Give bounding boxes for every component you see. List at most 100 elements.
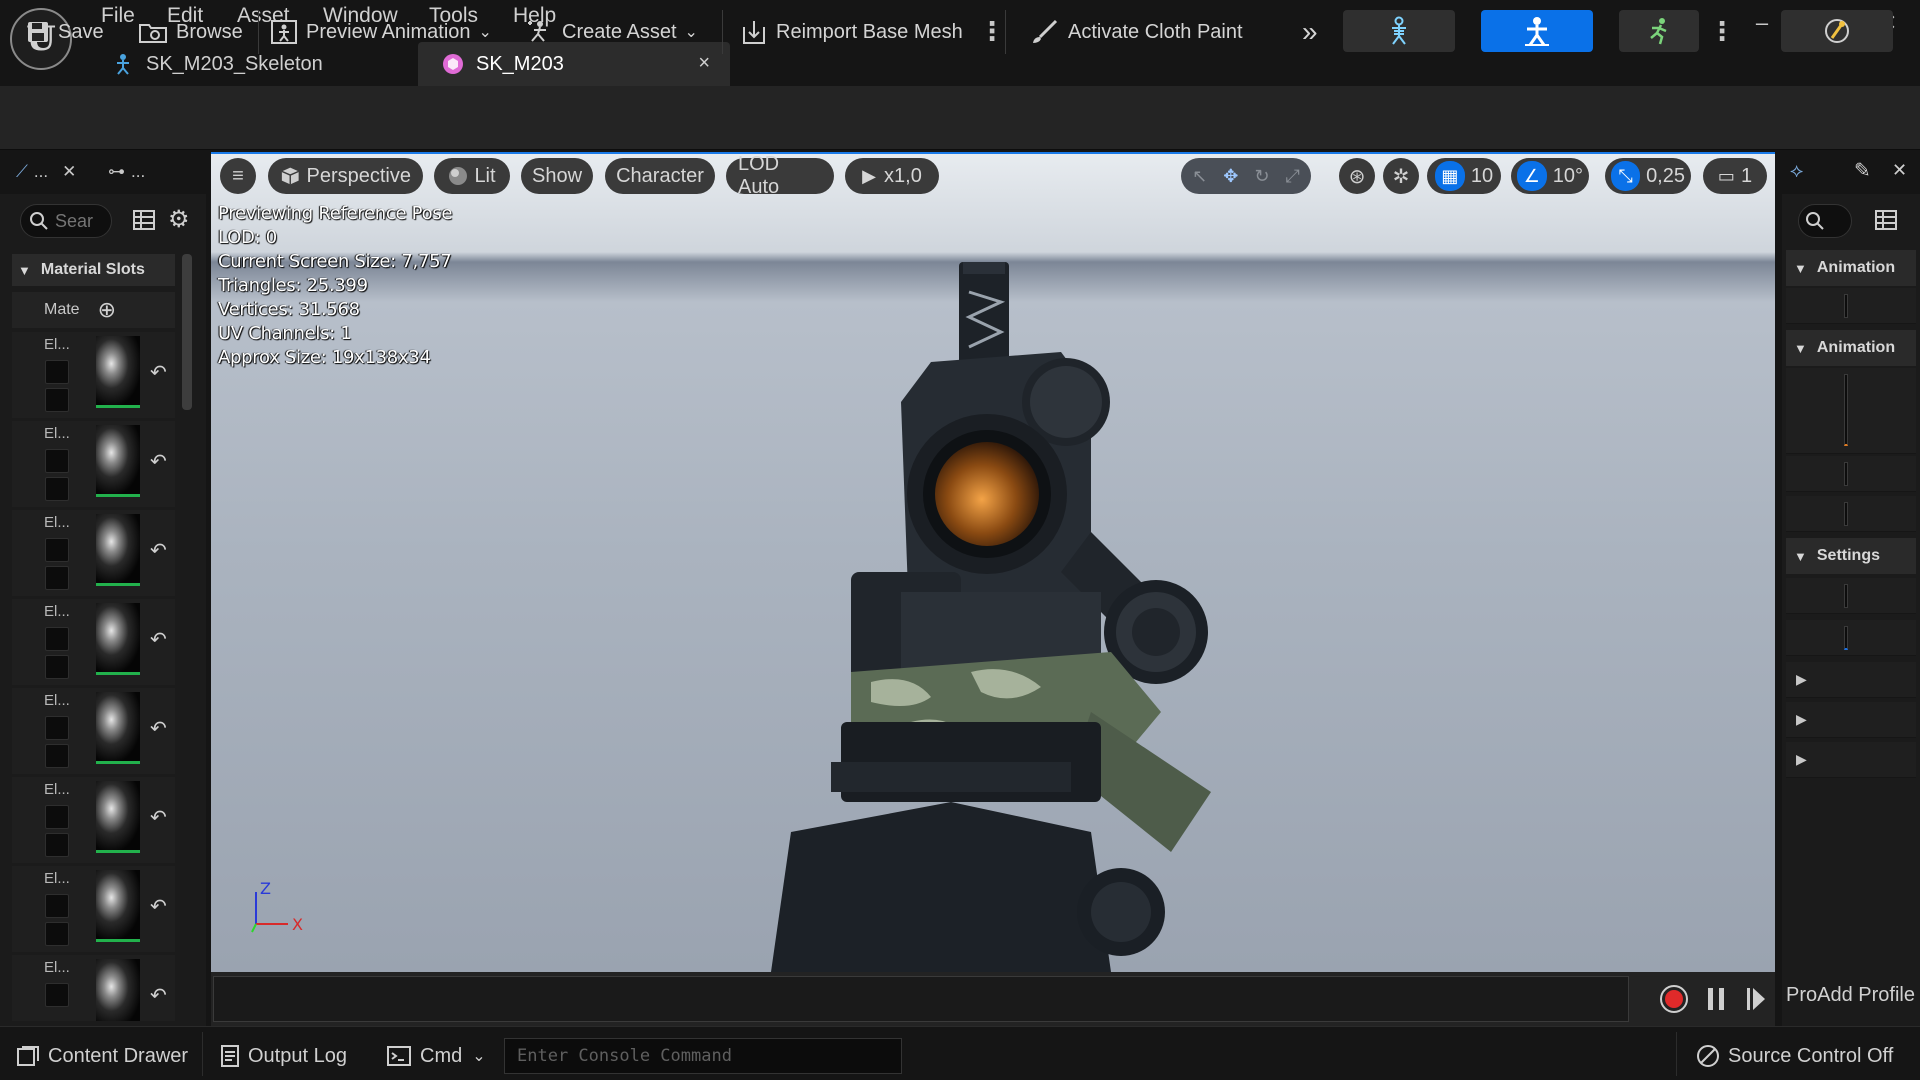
coordinate-system-button[interactable]: ⊛ <box>1339 158 1375 194</box>
tab-asset-details[interactable]: ⊶ ... <box>108 156 145 188</box>
character-button[interactable]: Character <box>605 158 715 194</box>
preview-animation-button[interactable]: Preview Animation ⌄ <box>270 14 492 50</box>
more-options-icon[interactable]: ⋮ <box>979 14 1005 50</box>
material-thumbnail[interactable] <box>96 336 140 408</box>
material-thumbnail[interactable] <box>96 870 140 942</box>
material-thumbnail[interactable] <box>96 514 140 586</box>
minimize-icon[interactable]: – <box>1742 10 1782 40</box>
add-profile-button[interactable]: ProAdd Profile <box>1786 984 1920 1020</box>
activate-cloth-paint-button[interactable]: Activate Cloth Paint <box>1030 14 1243 50</box>
camera-speed-button[interactable]: ▭ 1 <box>1703 158 1767 194</box>
select-icon[interactable]: ↖ <box>1192 166 1207 187</box>
scale-snap-button[interactable]: ⤡ 0,25 <box>1605 158 1691 194</box>
slot-checkbox[interactable] <box>45 805 69 829</box>
browse-button[interactable]: Browse <box>138 14 243 50</box>
step-forward-button[interactable] <box>1738 982 1774 1016</box>
animation-section-header[interactable]: ▼ Animation <box>1786 330 1916 366</box>
slot-checkbox[interactable] <box>45 894 69 918</box>
add-material-icon[interactable]: ⊕ <box>98 297 116 323</box>
slot-checkbox[interactable] <box>45 388 69 412</box>
scale-icon[interactable]: ⤢ <box>1285 166 1299 187</box>
reimport-base-mesh-button[interactable]: Reimport Base Mesh <box>740 14 963 50</box>
expandable-row[interactable]: ▶ <box>1786 702 1916 738</box>
material-thumbnail[interactable] <box>96 959 140 1021</box>
slot-checkbox[interactable] <box>45 538 69 562</box>
expandable-row[interactable]: ▶ <box>1786 742 1916 778</box>
slot-checkbox[interactable] <box>45 833 69 857</box>
material-thumbnail[interactable] <box>96 781 140 853</box>
reset-arrow-icon[interactable]: ↶ <box>150 805 167 830</box>
settings-gear-icon[interactable]: ⚙ <box>168 208 194 234</box>
reset-arrow-icon[interactable]: ↶ <box>150 360 167 385</box>
tab-skeleton-tree[interactable]: ⟋ ... ✕ <box>16 156 76 188</box>
surface-snap-button[interactable]: ✲ <box>1383 158 1419 194</box>
source-control-button[interactable]: Source Control Off <box>1696 1040 1893 1072</box>
close-tab-icon[interactable]: × <box>698 52 710 75</box>
grid-snap-button[interactable]: ▦ 10 <box>1427 158 1501 194</box>
rotation-snap-button[interactable]: ∠ 10° <box>1511 158 1589 194</box>
property-value-field[interactable] <box>1844 294 1848 318</box>
property-value-field[interactable] <box>1844 584 1848 608</box>
expandable-row[interactable]: ▶ <box>1786 662 1916 698</box>
mode-options-icon[interactable]: ⋮ <box>1709 14 1735 50</box>
pause-button[interactable] <box>1698 982 1734 1016</box>
reset-arrow-icon[interactable]: ↶ <box>150 538 167 563</box>
material-thumbnail[interactable] <box>96 425 140 497</box>
table-view-icon[interactable] <box>132 208 158 234</box>
property-value-field[interactable] <box>1844 462 1848 486</box>
rotate-icon[interactable]: ↻ <box>1254 166 1269 187</box>
close-tab-icon[interactable]: ✕ <box>62 162 76 182</box>
edit-details-icon[interactable]: ✎ <box>1854 158 1871 183</box>
slot-checkbox[interactable] <box>45 716 69 740</box>
reset-arrow-icon[interactable]: ↶ <box>150 449 167 474</box>
menu-file[interactable]: File <box>101 4 135 28</box>
slot-checkbox[interactable] <box>45 983 69 1007</box>
skeleton-mode-button[interactable] <box>1343 10 1455 52</box>
playback-speed-button[interactable]: ▶ x1,0 <box>845 158 939 194</box>
animation-tab-icon[interactable]: ⟡ <box>1790 160 1803 183</box>
left-search-input[interactable] <box>55 210 105 232</box>
left-search-box[interactable] <box>20 204 112 238</box>
reset-arrow-icon[interactable]: ↶ <box>150 983 167 1008</box>
property-value-field[interactable] <box>1844 626 1848 650</box>
viewport-menu-button[interactable]: ≡ <box>220 158 256 194</box>
save-button[interactable]: Save <box>26 14 104 50</box>
animation-mode-button[interactable] <box>1619 10 1699 52</box>
expand-toolbar-icon[interactable]: » <box>1302 14 1318 50</box>
close-tab-icon[interactable]: ✕ <box>1892 160 1907 181</box>
property-value-field[interactable] <box>1844 502 1848 526</box>
animation-section-header[interactable]: ▼ Animation <box>1786 250 1916 286</box>
slot-checkbox[interactable] <box>45 566 69 590</box>
mesh-mode-button[interactable] <box>1481 10 1593 52</box>
property-value-field[interactable] <box>1844 374 1848 446</box>
table-view-icon[interactable] <box>1874 208 1898 238</box>
reset-arrow-icon[interactable]: ↶ <box>150 716 167 741</box>
reset-arrow-icon[interactable]: ↶ <box>150 627 167 652</box>
slot-checkbox[interactable] <box>45 449 69 473</box>
console-command-input[interactable] <box>504 1038 902 1074</box>
lod-button[interactable]: LOD Auto <box>726 153 834 198</box>
slot-checkbox[interactable] <box>45 922 69 946</box>
lit-button[interactable]: Lit <box>434 158 510 194</box>
material-thumbnail[interactable] <box>96 692 140 764</box>
create-asset-button[interactable]: Create Asset ⌄ <box>526 14 698 50</box>
cmd-dropdown[interactable]: Cmd ⌄ <box>386 1040 486 1072</box>
slot-checkbox[interactable] <box>45 744 69 768</box>
slot-checkbox[interactable] <box>45 360 69 384</box>
output-log-button[interactable]: Output Log <box>220 1040 347 1072</box>
right-search-box[interactable] <box>1798 204 1852 238</box>
slot-checkbox[interactable] <box>45 627 69 651</box>
timeline-track[interactable] <box>213 976 1629 1022</box>
slot-checkbox[interactable] <box>45 477 69 501</box>
material-slots-header[interactable]: ▼ Material Slots <box>12 254 175 286</box>
move-icon[interactable]: ✥ <box>1223 166 1238 187</box>
physics-mode-button[interactable] <box>1781 10 1893 52</box>
material-thumbnail[interactable] <box>96 603 140 675</box>
perspective-button[interactable]: Perspective <box>268 158 423 194</box>
content-drawer-button[interactable]: Content Drawer <box>16 1040 188 1072</box>
settings-section-header[interactable]: ▼ Settings <box>1786 538 1916 574</box>
record-button[interactable] <box>1656 982 1692 1016</box>
reset-arrow-icon[interactable]: ↶ <box>150 894 167 919</box>
show-button[interactable]: Show <box>521 158 593 194</box>
slot-checkbox[interactable] <box>45 655 69 679</box>
